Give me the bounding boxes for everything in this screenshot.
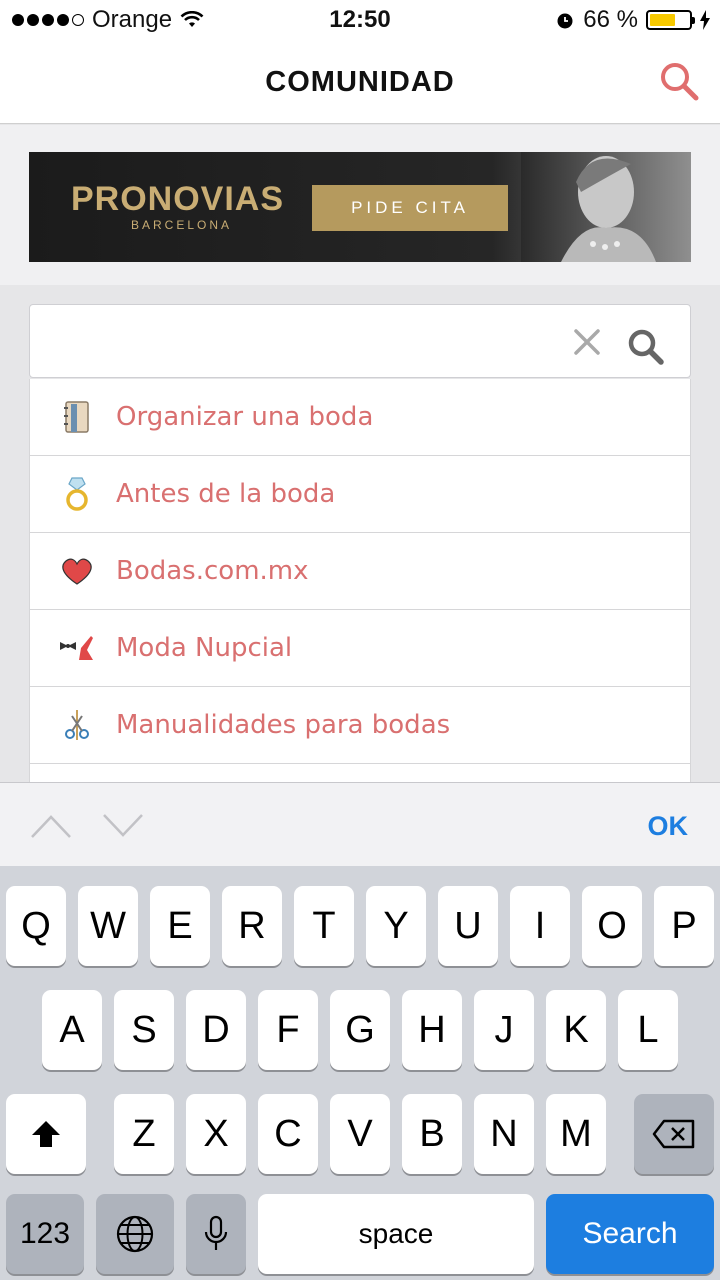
shift-key[interactable] <box>6 1094 86 1174</box>
microphone-icon <box>204 1215 228 1250</box>
navigation-bar: COMUNIDAD <box>0 40 720 124</box>
numbers-key[interactable]: 123 <box>6 1194 84 1274</box>
key-a[interactable]: A <box>42 990 102 1070</box>
list-item-label: Manualidades para bodas <box>116 710 451 740</box>
list-item-label: Moda Nupcial <box>116 633 293 663</box>
list-item-label: Organizar una boda <box>116 402 374 432</box>
key-d[interactable]: D <box>186 990 246 1070</box>
ad-cta-button[interactable]: PIDE CITA <box>312 185 508 231</box>
key-k[interactable]: K <box>546 990 606 1070</box>
list-item[interactable]: Organizar una boda <box>30 379 690 456</box>
key-c[interactable]: C <box>258 1094 318 1174</box>
key-m[interactable]: M <box>546 1094 606 1174</box>
search-button[interactable] <box>656 58 704 106</box>
ad-brand: PRONOVIAS <box>71 180 285 218</box>
backspace-icon <box>652 1119 695 1149</box>
list-item[interactable]: Moda Nupcial <box>30 610 690 687</box>
keyboard-accessory-bar: OK <box>0 782 720 866</box>
space-key[interactable]: space <box>258 1194 534 1274</box>
search-field-container <box>29 304 691 378</box>
key-o[interactable]: O <box>582 886 642 966</box>
key-y[interactable]: Y <box>366 886 426 966</box>
category-list: Organizar una boda Antes de la boda Boda… <box>29 379 691 785</box>
status-right: 66 % <box>555 6 710 34</box>
key-j[interactable]: J <box>474 990 534 1070</box>
dictation-key[interactable] <box>186 1194 246 1274</box>
battery-percent: 66 % <box>583 6 638 33</box>
ad-subtitle: BARCELONA <box>131 218 233 232</box>
list-item-label: Bodas.com.mx <box>116 556 309 586</box>
key-t[interactable]: T <box>294 886 354 966</box>
key-x[interactable]: X <box>186 1094 246 1174</box>
key-l[interactable]: L <box>618 990 678 1070</box>
clear-icon[interactable] <box>572 327 602 357</box>
key-p[interactable]: P <box>654 886 714 966</box>
key-e[interactable]: E <box>150 886 210 966</box>
globe-icon <box>116 1215 154 1253</box>
key-s[interactable]: S <box>114 990 174 1070</box>
key-w[interactable]: W <box>78 886 138 966</box>
key-b[interactable]: B <box>402 1094 462 1174</box>
list-item[interactable]: Antes de la boda <box>30 456 690 533</box>
globe-key[interactable] <box>96 1194 174 1274</box>
heart-icon <box>58 552 96 590</box>
key-v[interactable]: V <box>330 1094 390 1174</box>
ring-icon <box>58 475 96 513</box>
battery-level <box>650 14 676 26</box>
list-item[interactable]: Manualidades para bodas <box>30 687 690 764</box>
list-item-label: Antes de la boda <box>116 479 336 509</box>
key-q[interactable]: Q <box>6 886 66 966</box>
keyboard: Q W E R T Y U I O P A S D F G H J K L Z … <box>0 866 720 1280</box>
key-u[interactable]: U <box>438 886 498 966</box>
bowtie-heel-icon <box>58 629 96 667</box>
key-g[interactable]: G <box>330 990 390 1070</box>
charging-icon <box>700 10 710 30</box>
key-h[interactable]: H <box>402 990 462 1070</box>
key-z[interactable]: Z <box>114 1094 174 1174</box>
key-n[interactable]: N <box>474 1094 534 1174</box>
ok-button[interactable]: OK <box>648 811 689 842</box>
shift-icon <box>32 1121 60 1147</box>
search-key[interactable]: Search <box>546 1194 714 1274</box>
list-item[interactable]: Bodas.com.mx <box>30 533 690 610</box>
status-bar: Orange 12:50 66 % <box>0 0 720 40</box>
key-i[interactable]: I <box>510 886 570 966</box>
ad-banner[interactable]: PRONOVIAS BARCELONA PIDE CITA <box>29 152 691 262</box>
search-submit-icon[interactable] <box>626 327 666 367</box>
notebook-icon <box>58 398 96 436</box>
battery-icon <box>646 10 695 30</box>
key-r[interactable]: R <box>222 886 282 966</box>
ad-model-photo <box>521 152 691 262</box>
key-f[interactable]: F <box>258 990 318 1070</box>
chevron-down-icon[interactable] <box>102 811 144 841</box>
backspace-key[interactable] <box>634 1094 714 1174</box>
search-input[interactable] <box>46 323 546 359</box>
search-icon <box>661 63 699 101</box>
list-item[interactable] <box>30 764 690 784</box>
ad-area: PRONOVIAS BARCELONA PIDE CITA <box>0 125 720 285</box>
alarm-icon <box>557 13 573 29</box>
chevron-up-icon[interactable] <box>30 811 72 841</box>
scissors-icon <box>58 706 96 744</box>
page-title: COMUNIDAD <box>265 66 455 98</box>
